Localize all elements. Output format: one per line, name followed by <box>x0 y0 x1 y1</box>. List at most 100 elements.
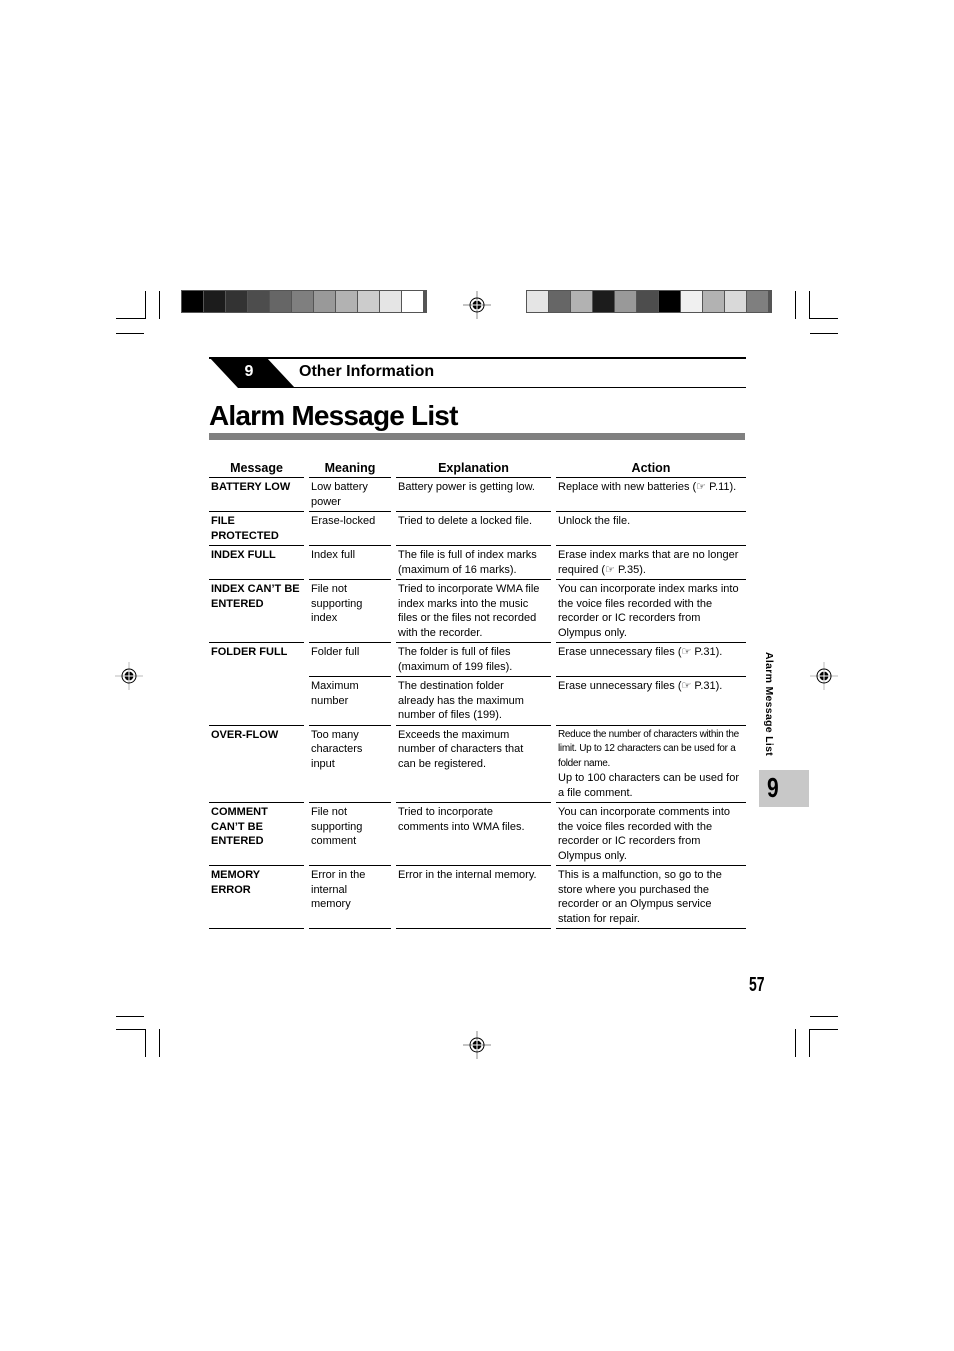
registration-mark-icon <box>114 661 144 691</box>
message-cell: OVER-FLOW <box>209 724 304 803</box>
page-number: 57 <box>749 974 765 996</box>
action-cell: Replace with new batteries (☞ P.11). <box>558 481 737 493</box>
crop-mark <box>810 1016 838 1017</box>
column-header-action: Action <box>556 460 746 478</box>
explanation-cell: Error in the internal memory. <box>396 865 551 928</box>
table-row: MEMORY ERROR Error in the internal memor… <box>209 865 746 928</box>
registration-mark-icon <box>462 1030 492 1060</box>
explanation-cell: The destination folder already has the m… <box>396 676 551 725</box>
color-swatch <box>527 291 548 312</box>
action-cell: Erase unnecessary files (☞ P.31). <box>556 676 746 725</box>
crop-mark <box>810 333 838 334</box>
explanation-cell: Tried to incorporate WMA file index mark… <box>396 579 551 642</box>
crop-mark <box>795 1029 796 1057</box>
explanation-cell: Exceeds the maximum number of characters… <box>396 724 551 803</box>
table-row: BATTERY LOW Low battery power Battery po… <box>209 478 746 511</box>
crop-mark <box>159 291 160 319</box>
crop-mark <box>116 333 144 334</box>
color-swatch <box>571 291 592 312</box>
bottom-rule-segment <box>396 928 551 929</box>
color-swatch <box>292 291 313 312</box>
crop-mark <box>795 291 796 319</box>
meaning-cell: Maximum number <box>309 676 391 725</box>
chapter-header: 9 Other Information <box>209 357 746 388</box>
color-swatch <box>703 291 724 312</box>
crop-mark <box>145 291 146 319</box>
meaning-cell: Folder full <box>309 642 391 676</box>
color-swatch <box>402 291 423 312</box>
page-title: Alarm Message List <box>209 400 458 431</box>
color-swatch <box>248 291 269 312</box>
action-cell: You can incorporate index marks into the… <box>556 579 746 642</box>
meaning-cell: File not supporting index <box>309 579 391 642</box>
side-chapter-number: 9 <box>767 772 779 803</box>
registration-mark-icon <box>462 290 492 320</box>
message-cell: FILE PROTECTED <box>209 511 304 545</box>
color-swatch <box>549 291 570 312</box>
table-row: FOLDER FULL Folder full The folder is fu… <box>209 642 746 676</box>
crop-mark <box>809 318 838 319</box>
message-cell: BATTERY LOW <box>211 481 291 493</box>
crop-mark <box>809 291 810 319</box>
crop-mark <box>116 1029 146 1030</box>
color-swatch <box>204 291 225 312</box>
crop-mark <box>159 1029 160 1057</box>
meaning-cell: Low battery power <box>311 481 368 508</box>
column-header-explanation: Explanation <box>396 460 551 478</box>
meaning-cell: Error in the internal memory <box>309 865 391 928</box>
color-swatch <box>380 291 401 312</box>
table-row: Maximum number The destination folder al… <box>209 676 746 725</box>
action-cell: Erase index marks that are no longer req… <box>556 545 746 579</box>
table-bottom-rule <box>209 928 746 929</box>
table-header-row: Message Meaning Explanation Action <box>209 460 746 478</box>
table-row: INDEX FULL Index full The file is full o… <box>209 545 746 579</box>
crop-mark <box>116 1016 144 1017</box>
column-header-message: Message <box>209 460 304 478</box>
chapter-number: 9 <box>244 363 254 380</box>
bottom-rule-segment <box>209 928 304 929</box>
explanation-cell: The file is full of index marks (maximum… <box>396 545 551 579</box>
bottom-rule-segment <box>309 928 391 929</box>
action-cell: Erase unnecessary files (☞ P.31). <box>556 642 746 676</box>
side-chapter-tab: 9 <box>759 770 809 807</box>
crop-mark <box>116 318 146 319</box>
column-header-meaning: Meaning <box>309 460 391 478</box>
crop-mark <box>809 1029 838 1030</box>
title-underline-bar <box>209 433 745 440</box>
meaning-cell: Erase-locked <box>309 511 391 545</box>
table-row: OVER-FLOW Too many characters input Exce… <box>209 724 746 803</box>
color-swatch <box>226 291 247 312</box>
color-swatch <box>615 291 636 312</box>
chapter-bottom-rule <box>269 387 746 388</box>
message-cell: MEMORY ERROR <box>209 865 304 926</box>
meaning-cell: Too many characters input <box>309 724 391 803</box>
explanation-cell: The folder is full of files (maximum of … <box>396 642 551 676</box>
registration-mark-icon <box>809 661 839 691</box>
color-swatch <box>182 291 203 312</box>
color-swatch <box>593 291 614 312</box>
action-cell: This is a malfunction, so go to the stor… <box>556 865 746 928</box>
action-cell: Unlock the file. <box>556 511 746 545</box>
table-row: FILE PROTECTED Erase-locked Tried to del… <box>209 511 746 545</box>
color-swatch <box>681 291 702 312</box>
action-cell: Reduce the number of characters within t… <box>556 724 746 803</box>
explanation-cell: Tried to incorporate comments into WMA f… <box>396 802 551 865</box>
explanation-cell: Battery power is getting low. <box>398 481 535 493</box>
message-cell: INDEX FULL <box>209 545 304 579</box>
color-calibration-bar-right <box>526 290 772 313</box>
color-swatch <box>659 291 680 312</box>
color-swatch <box>358 291 379 312</box>
message-cell: COMMENT CAN’T BE ENTERED <box>209 802 304 865</box>
color-swatch <box>314 291 335 312</box>
color-calibration-bar-left <box>181 290 427 313</box>
alarm-message-table: Message Meaning Explanation Action BATTE… <box>209 460 746 929</box>
chapter-title: Other Information <box>299 363 435 380</box>
action-note: Reduce the number of characters within t… <box>558 728 739 769</box>
bottom-rule-segment <box>556 928 746 929</box>
action-note: Up to 100 characters can be used for a f… <box>558 772 739 799</box>
meaning-cell: File not supporting comment <box>309 802 391 865</box>
explanation-cell: Tried to delete a locked file. <box>396 511 551 545</box>
table-row: COMMENT CAN’T BE ENTERED File not suppor… <box>209 802 746 865</box>
color-swatch <box>270 291 291 312</box>
side-section-label: Alarm Message List <box>763 652 775 757</box>
